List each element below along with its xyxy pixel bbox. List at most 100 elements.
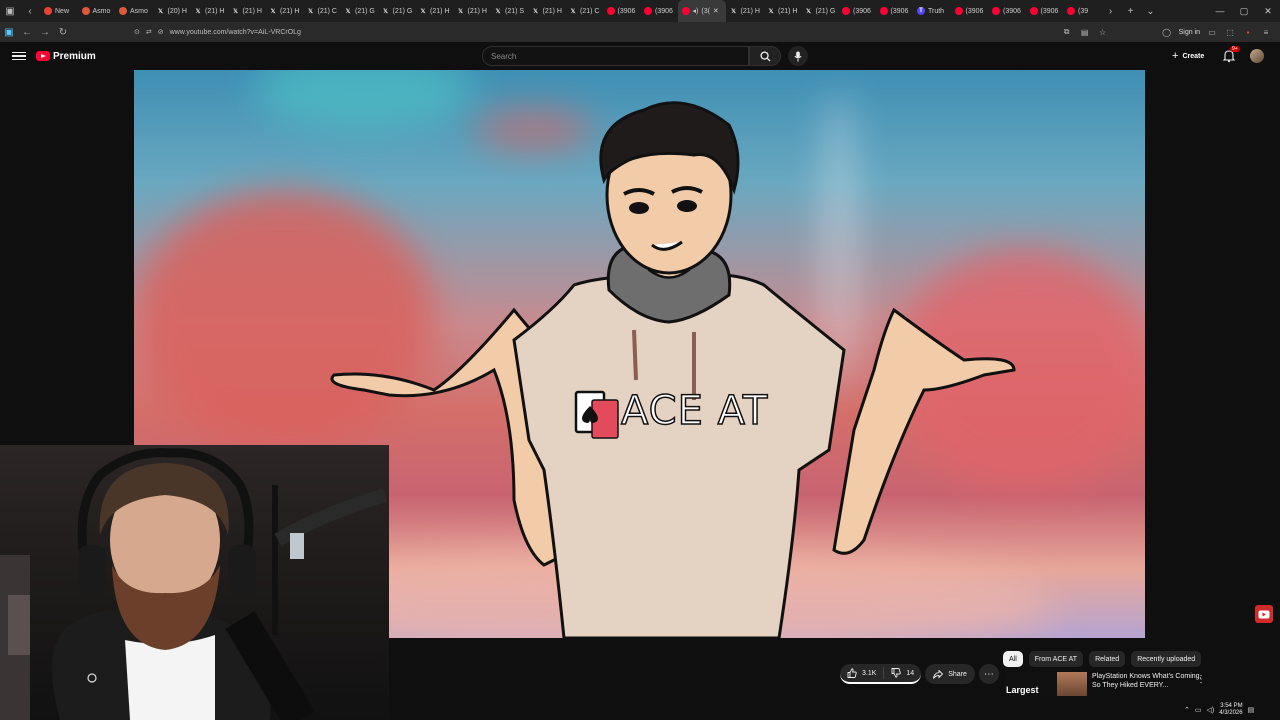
tab-label: Asmo: [130, 7, 148, 15]
extension-icon[interactable]: ▪: [1242, 28, 1254, 37]
browser-tab[interactable]: (3906: [603, 0, 641, 22]
browser-tab[interactable]: 𝕏 (21) H: [265, 0, 303, 22]
maximize-icon[interactable]: ▢: [1232, 6, 1256, 17]
audio-playing-icon[interactable]: ◂): [693, 7, 699, 15]
sidebar-icon[interactable]: ▣: [0, 22, 18, 42]
x-icon: 𝕏: [570, 8, 576, 15]
browser-tab[interactable]: 𝕏 (21) G: [340, 0, 378, 22]
search-button[interactable]: [749, 46, 781, 66]
browser-tab[interactable]: Asmo: [78, 0, 116, 22]
browser-tab[interactable]: New: [40, 0, 78, 22]
downloads-icon[interactable]: ▭: [1206, 28, 1218, 37]
browser-tab[interactable]: T Truth: [913, 0, 951, 22]
webcam-overlay: [0, 445, 389, 720]
tab-label: (3906: [617, 7, 636, 15]
video-actions: 3.1K 14 Share ⋯: [840, 664, 999, 684]
sign-in-link[interactable]: Sign in: [1179, 29, 1200, 36]
browser-tab[interactable]: 𝕏 (21) H: [453, 0, 491, 22]
browser-tab[interactable]: 𝕏 (21) H: [228, 0, 266, 22]
recommended-thumbnail[interactable]: Largest: [1005, 672, 1087, 696]
new-tab-icon[interactable]: +: [1121, 0, 1141, 22]
forward-icon[interactable]: →: [36, 22, 54, 42]
microphone-icon: [794, 51, 802, 61]
browser-tab[interactable]: 𝕏 (21) C: [565, 0, 603, 22]
tab-list-icon[interactable]: ⌄: [1141, 0, 1161, 22]
extensions-icon[interactable]: ⬚: [1224, 28, 1236, 37]
network-icon[interactable]: ▭: [1195, 706, 1202, 714]
chip-related[interactable]: Related: [1089, 651, 1126, 667]
browser-tab[interactable]: 𝕏 (21) G: [801, 0, 839, 22]
browser-tab[interactable]: 𝕏 (21) G: [378, 0, 416, 22]
browser-tab[interactable]: (3906: [640, 0, 678, 22]
close-tab-icon[interactable]: ✕: [713, 7, 719, 15]
clock[interactable]: 3:54 PM 4/3/2026: [1219, 703, 1242, 717]
video-options-icon[interactable]: ⋮: [1196, 674, 1206, 685]
chip-from-channel[interactable]: From ACE AT: [1028, 651, 1084, 667]
browser-tab[interactable]: (3906: [838, 0, 876, 22]
browser-tab[interactable]: ◂) (3(✕: [677, 0, 726, 22]
browser-tab[interactable]: (3906: [876, 0, 914, 22]
permissions-icon[interactable]: ⇄: [146, 28, 152, 36]
hoodie-text: ACE AT: [620, 387, 769, 435]
tab-label: (20) H: [167, 7, 187, 15]
tab-label: (21) G: [815, 7, 836, 15]
tracking-icon[interactable]: ⊘: [158, 28, 164, 36]
tab-label: (3906: [1040, 7, 1059, 15]
more-actions-icon[interactable]: ⋯: [978, 664, 999, 684]
tab-label: (21) H: [542, 7, 562, 15]
account-avatar[interactable]: [1250, 49, 1264, 63]
browser-tab[interactable]: 𝕏 (20) H: [153, 0, 191, 22]
tab-scroll-left-icon[interactable]: ‹: [20, 0, 40, 22]
browser-tab[interactable]: 𝕏 (21) S: [490, 0, 528, 22]
voice-search-button[interactable]: [788, 46, 808, 66]
like-button[interactable]: 3.1K: [840, 668, 883, 678]
thumbnail-text: Largest: [1006, 685, 1039, 695]
sidebar-toggle-icon[interactable]: ▣: [0, 0, 20, 22]
bookmark-icon[interactable]: ☆: [1097, 28, 1109, 37]
browser-tab[interactable]: (3906: [951, 0, 989, 22]
youtube-logo[interactable]: Premium: [36, 51, 96, 62]
close-icon[interactable]: ✕: [1256, 6, 1280, 17]
browser-tab[interactable]: 𝕏 (21) H: [763, 0, 801, 22]
browser-tab[interactable]: (3906: [988, 0, 1026, 22]
browser-tab[interactable]: 𝕏 (21) C: [303, 0, 341, 22]
tray-expand-icon[interactable]: ⌃: [1184, 706, 1190, 714]
browser-tab[interactable]: 𝕏 (21) H: [726, 0, 764, 22]
dislike-button[interactable]: 14: [884, 668, 921, 678]
browser-tab[interactable]: 𝕏 (21) H: [190, 0, 228, 22]
browser-tab[interactable]: 𝕏 (21) H: [528, 0, 566, 22]
chip-all[interactable]: All: [1003, 651, 1023, 667]
back-icon[interactable]: ←: [18, 22, 36, 42]
reload-icon[interactable]: ↻: [54, 22, 72, 42]
browser-menu-icon[interactable]: ≡: [1260, 28, 1272, 37]
brand-icon: [119, 7, 127, 15]
browser-tab[interactable]: (39: [1063, 0, 1101, 22]
notifications-icon[interactable]: ▤: [1248, 706, 1255, 714]
hamburger-menu-icon[interactable]: [12, 51, 26, 61]
youtube-icon: [681, 7, 690, 15]
tab-label: (21) H: [280, 7, 300, 15]
recommended-video[interactable]: Largest PlayStation Knows What's Coming,…: [1005, 672, 1207, 696]
volume-icon[interactable]: ◁): [1207, 706, 1215, 714]
youtube-badge-icon[interactable]: [1255, 605, 1273, 623]
minimize-icon[interactable]: —: [1208, 6, 1232, 17]
screenshot-icon[interactable]: ⧉: [1061, 27, 1073, 37]
search-input[interactable]: Search: [482, 46, 749, 66]
site-info-icon[interactable]: ⊙: [134, 28, 140, 36]
x-icon: 𝕏: [308, 8, 313, 15]
recommended-title[interactable]: PlayStation Knows What's Coming, So They…: [1092, 672, 1202, 696]
x-icon: 𝕏: [731, 8, 736, 15]
reader-icon[interactable]: ▤: [1079, 28, 1091, 37]
tab-strip: New Asmo Asmo 𝕏 (20) H 𝕏 (21) H 𝕏 (21) H 𝕏 (21) H𝕏…: [40, 0, 1101, 22]
share-button[interactable]: Share: [925, 664, 975, 684]
browser-tab[interactable]: 𝕏 (21) H: [415, 0, 453, 22]
browser-tab[interactable]: (3906: [1026, 0, 1064, 22]
create-button[interactable]: + Create: [1166, 48, 1210, 64]
chip-recently-uploaded[interactable]: Recently uploaded: [1131, 651, 1202, 667]
youtube-header: Premium Search + Create 9+: [0, 42, 1280, 70]
browser-tab[interactable]: Asmo: [115, 0, 153, 22]
account-icon[interactable]: ◯: [1161, 28, 1173, 37]
tab-scroll-right-icon[interactable]: ›: [1101, 0, 1121, 22]
url-field[interactable]: ⊙ ⇄ ⊘ www.youtube.com/watch?v=AiL-VRCrOL…: [134, 28, 301, 37]
youtube-icon: [644, 7, 652, 15]
